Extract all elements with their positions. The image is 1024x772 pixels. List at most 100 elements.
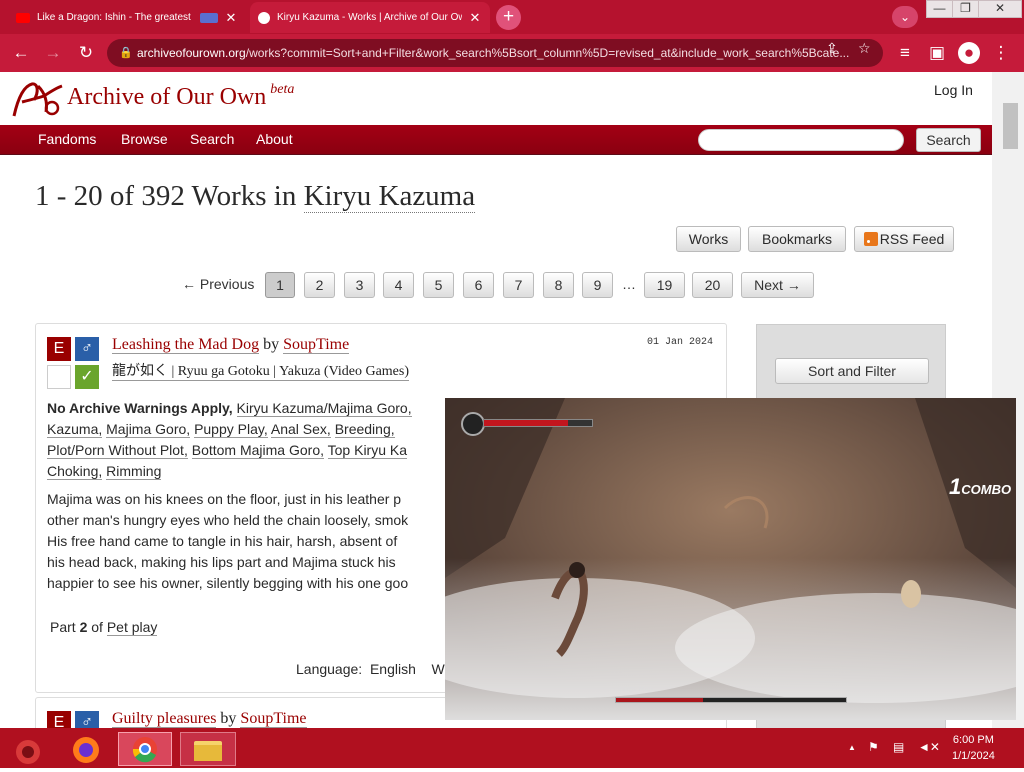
pip-video-player[interactable]: 1COMBO Large Man bbox=[445, 398, 1016, 720]
tag-list: No Archive Warnings Apply, Kiryu Kazuma/… bbox=[47, 398, 467, 482]
page-2[interactable]: 2 bbox=[304, 272, 335, 298]
tab-title: Like a Dragon: Ishin - The greatest bbox=[37, 12, 191, 23]
profile-avatar-icon[interactable]: ● bbox=[958, 42, 980, 64]
network-icon[interactable]: ▤ bbox=[893, 740, 904, 754]
rss-feed-button[interactable]: RSS Feed bbox=[854, 226, 954, 252]
author-link[interactable]: SoupTime bbox=[283, 336, 350, 354]
fandom-link[interactable]: 龍が如く | Ryuu ga Gotoku | Yakuza (Video Ga… bbox=[112, 360, 410, 381]
nav-fandoms[interactable]: Fandoms bbox=[38, 131, 96, 147]
rating-explicit-icon: E bbox=[47, 711, 71, 728]
url-path: /works?commit=Sort+and+Filter&work_searc… bbox=[245, 46, 850, 60]
combo-counter: 1COMBO bbox=[949, 474, 1012, 499]
enemy-health-bar bbox=[615, 697, 847, 703]
page-8[interactable]: 8 bbox=[543, 272, 574, 298]
reload-icon[interactable]: ↻ bbox=[75, 42, 97, 64]
no-warning-icon bbox=[47, 365, 71, 389]
menu-kebab-icon[interactable]: ⋮ bbox=[990, 42, 1012, 64]
freeform-tag[interactable]: Bottom Majima Goro, bbox=[191, 442, 324, 459]
page-3[interactable]: 3 bbox=[344, 272, 375, 298]
page-7[interactable]: 7 bbox=[503, 272, 534, 298]
close-window-button[interactable]: ✕ bbox=[978, 0, 1022, 18]
page-5[interactable]: 5 bbox=[423, 272, 454, 298]
audio-indicator-icon bbox=[200, 12, 218, 23]
back-icon[interactable]: ← bbox=[10, 42, 32, 64]
freeform-tag[interactable]: Choking, bbox=[47, 463, 103, 480]
freeform-tag[interactable]: Puppy Play, bbox=[194, 421, 268, 438]
character-tag[interactable]: Kazuma, bbox=[47, 421, 103, 438]
scrollbar-thumb[interactable] bbox=[1003, 103, 1018, 149]
start-button[interactable] bbox=[6, 732, 54, 766]
minimize-button[interactable]: — bbox=[926, 0, 953, 18]
series-info: Part 2 of Pet play bbox=[50, 619, 158, 636]
ao3-favicon-icon bbox=[258, 11, 270, 24]
tab-search-icon[interactable]: ⌄ bbox=[892, 6, 918, 28]
site-logo-text[interactable]: Archive of Our Own beta bbox=[67, 82, 295, 111]
previous-link[interactable]: ← Previous bbox=[182, 272, 254, 298]
close-tab-icon[interactable]: ✕ bbox=[468, 10, 482, 26]
freeform-tag[interactable]: Breeding, bbox=[334, 421, 395, 438]
warning-tag[interactable]: No Archive Warnings Apply, bbox=[47, 400, 233, 416]
tray-overflow-icon[interactable]: ▲ bbox=[848, 743, 856, 752]
series-link[interactable]: Pet play bbox=[106, 619, 158, 636]
file-explorer-taskbar-icon[interactable] bbox=[180, 732, 236, 766]
firefox-taskbar-icon[interactable] bbox=[62, 732, 110, 766]
work-summary: Majima was on his knees on the floor, ju… bbox=[47, 491, 409, 591]
work-title-link[interactable]: Guilty pleasures bbox=[112, 710, 217, 728]
category-mm-icon: ♂ bbox=[75, 711, 99, 728]
enemy-name: Large Man bbox=[619, 686, 653, 693]
new-tab-button[interactable]: + bbox=[496, 5, 521, 30]
volume-muted-icon[interactable]: ◄✕ bbox=[918, 740, 940, 754]
tab-title: Kiryu Kazuma - Works | Archive of Our Ow… bbox=[277, 12, 462, 23]
nav-search[interactable]: Search bbox=[190, 131, 234, 147]
browser-toolbar: ← → ↻ 🔒 archiveofourown.org/works?commit… bbox=[0, 34, 1024, 72]
freeform-tag[interactable]: Rimming bbox=[106, 463, 162, 480]
bookmarks-button[interactable]: Bookmarks bbox=[748, 226, 846, 252]
chrome-taskbar-icon[interactable] bbox=[118, 732, 172, 766]
page-6[interactable]: 6 bbox=[463, 272, 494, 298]
primary-nav: Fandoms Browse Search About Search bbox=[0, 125, 992, 155]
nav-about[interactable]: About bbox=[256, 131, 293, 147]
login-link[interactable]: Log In bbox=[934, 82, 973, 98]
tag-link[interactable]: Kiryu Kazuma bbox=[303, 180, 476, 213]
close-tab-icon[interactable]: ✕ bbox=[224, 10, 238, 26]
work-title-link[interactable]: Leashing the Mad Dog bbox=[112, 336, 260, 354]
complete-check-icon: ✓ bbox=[75, 365, 99, 389]
sort-filter-button[interactable]: Sort and Filter bbox=[775, 358, 929, 384]
character-tag[interactable]: Majima Goro, bbox=[106, 421, 191, 438]
reading-list-icon[interactable]: ≡ bbox=[894, 42, 916, 64]
clock-time: 6:00 PM bbox=[952, 734, 994, 746]
page-title: 1 - 20 of 392 Works in Kiryu Kazuma bbox=[35, 180, 476, 213]
maximize-button[interactable]: ❐ bbox=[952, 0, 979, 18]
sidebar-icon[interactable]: ▣ bbox=[926, 42, 948, 64]
author-link[interactable]: SoupTime bbox=[240, 710, 307, 728]
forward-icon[interactable]: → bbox=[42, 42, 64, 64]
freeform-tag[interactable]: Anal Sex, bbox=[270, 421, 331, 438]
action-center-flag-icon[interactable]: ⚑ bbox=[868, 740, 879, 754]
page-20[interactable]: 20 bbox=[692, 272, 733, 298]
page-19[interactable]: 19 bbox=[644, 272, 685, 298]
bookmark-star-icon[interactable]: ☆ bbox=[858, 40, 871, 57]
page-1: 1 bbox=[265, 272, 295, 298]
game-scene bbox=[445, 398, 1016, 720]
rating-explicit-icon: E bbox=[47, 337, 71, 361]
beta-label: beta bbox=[270, 82, 295, 97]
relationship-tag[interactable]: Kiryu Kazuma/Majima Goro, bbox=[236, 400, 412, 417]
clock-date: 1/1/2024 bbox=[952, 750, 995, 762]
address-bar[interactable]: 🔒 archiveofourown.org/works?commit=Sort+… bbox=[107, 39, 883, 67]
next-link[interactable]: Next → bbox=[741, 272, 814, 298]
page-4[interactable]: 4 bbox=[383, 272, 414, 298]
site-search-input[interactable] bbox=[698, 129, 904, 151]
freeform-tag[interactable]: Top Kiryu Ka bbox=[327, 442, 408, 459]
heat-gauge-icon bbox=[461, 412, 485, 436]
site-search-button[interactable]: Search bbox=[916, 128, 981, 152]
tab-ao3[interactable]: Kiryu Kazuma - Works | Archive of Our Ow… bbox=[250, 2, 490, 33]
works-button[interactable]: Works bbox=[676, 226, 741, 252]
share-icon[interactable]: ⇪ bbox=[826, 40, 838, 57]
system-clock[interactable]: 6:00 PM 1/1/2024 bbox=[952, 732, 995, 764]
freeform-tag[interactable]: Plot/Porn Without Plot, bbox=[47, 442, 188, 459]
tab-youtube[interactable]: Like a Dragon: Ishin - The greatest ✕ bbox=[8, 2, 246, 33]
url-domain: archiveofourown.org bbox=[137, 46, 246, 60]
nav-browse[interactable]: Browse bbox=[121, 131, 168, 147]
work-heading: Leashing the Mad Dog by SoupTime bbox=[112, 336, 350, 354]
page-9[interactable]: 9 bbox=[582, 272, 613, 298]
